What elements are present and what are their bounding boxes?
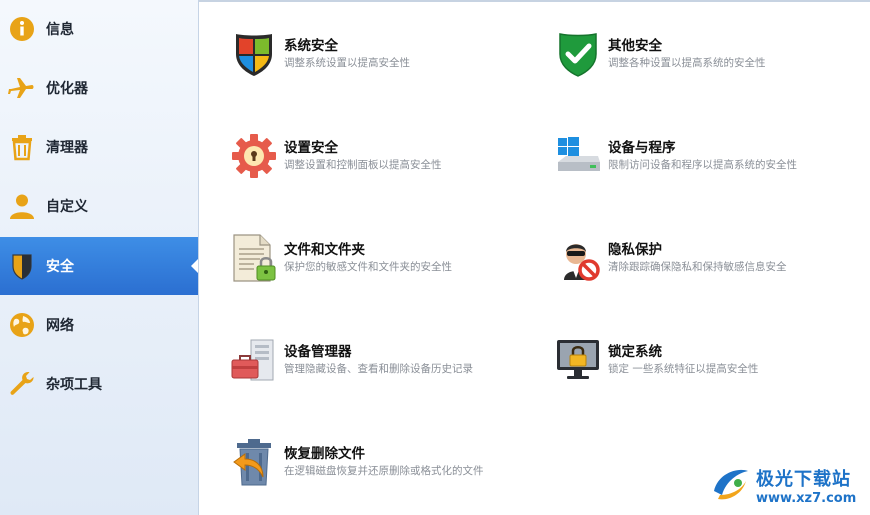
tile-title: 文件和文件夹	[284, 242, 365, 258]
sidebar-item-label: 清理器	[46, 140, 88, 156]
info-icon	[6, 13, 38, 45]
watermark-url: www.xz7.com	[756, 490, 857, 506]
sidebar-item-security[interactable]: 安全	[0, 237, 198, 295]
sidebar-item-customize[interactable]: 自定义	[0, 177, 198, 235]
airplane-icon	[6, 72, 38, 104]
tile-description: 清除跟踪确保隐私和保持敏感信息安全	[608, 261, 787, 273]
sidebar-item-label: 杂项工具	[46, 377, 102, 393]
document-lock-icon	[228, 232, 280, 284]
sidebar-item-cleaner[interactable]: 清理器	[0, 118, 198, 176]
sidebar: 信息 优化器 清理器 自定义 安全 网络 杂项工具	[0, 0, 199, 515]
monitor-lock-icon	[552, 334, 604, 386]
tile-description: 保护您的敏感文件和文件夹的安全性	[284, 261, 452, 273]
green-check-shield-icon	[552, 28, 604, 80]
user-icon	[6, 190, 38, 222]
tile-recover-deleted-files[interactable]: 恢复删除文件 在逻辑磁盘恢复并还原删除或格式化的文件	[228, 432, 484, 492]
tile-description: 锁定 一些系统特征以提高安全性	[608, 363, 759, 375]
sidebar-item-label: 自定义	[46, 199, 88, 215]
watermark-name: 极光下载站	[756, 468, 851, 490]
sidebar-item-label: 安全	[46, 259, 74, 275]
sidebar-item-misc-tools[interactable]: 杂项工具	[0, 355, 198, 413]
globe-icon	[6, 309, 38, 341]
tile-devices-programs[interactable]: 设备与程序 限制访问设备和程序以提高系统的安全性	[552, 126, 797, 186]
tile-system-security[interactable]: 系统安全 调整系统设置以提高安全性	[228, 24, 410, 84]
sidebar-item-optimizer[interactable]: 优化器	[0, 59, 198, 117]
active-pointer	[191, 259, 198, 273]
trash-restore-icon	[228, 436, 280, 488]
toolbox-server-icon	[228, 334, 280, 386]
tile-title: 设置安全	[284, 140, 338, 156]
tile-title: 设备与程序	[608, 140, 676, 156]
drive-windows-icon	[552, 130, 604, 182]
tile-device-manager[interactable]: 设备管理器 管理隐藏设备、查看和删除设备历史记录	[228, 330, 473, 390]
tile-description: 调整系统设置以提高安全性	[284, 57, 410, 69]
sidebar-item-label: 优化器	[46, 81, 88, 97]
tile-title: 设备管理器	[284, 344, 352, 360]
windows-shield-icon	[228, 28, 280, 80]
sidebar-item-network[interactable]: 网络	[0, 296, 198, 354]
tile-title: 其他安全	[608, 38, 662, 54]
watermark-logo-icon	[708, 461, 752, 509]
shield-icon	[6, 250, 38, 282]
tile-other-security[interactable]: 其他安全 调整各种设置以提高系统的安全性	[552, 24, 766, 84]
tile-description: 管理隐藏设备、查看和删除设备历史记录	[284, 363, 473, 375]
sidebar-item-label: 网络	[46, 318, 74, 334]
tile-description: 在逻辑磁盘恢复并还原删除或格式化的文件	[284, 465, 484, 477]
tile-description: 限制访问设备和程序以提高系统的安全性	[608, 159, 797, 171]
tile-title: 锁定系统	[608, 344, 662, 360]
tile-title: 恢复删除文件	[284, 446, 365, 462]
tile-settings-security[interactable]: 设置安全 调整设置和控制面板以提高安全性	[228, 126, 442, 186]
trash-icon	[6, 131, 38, 163]
tile-description: 调整设置和控制面板以提高安全性	[284, 159, 442, 171]
gear-lock-icon	[228, 130, 280, 182]
tile-privacy-protection[interactable]: 隐私保护 清除跟踪确保隐私和保持敏感信息安全	[552, 228, 787, 288]
tile-lock-system[interactable]: 锁定系统 锁定 一些系统特征以提高安全性	[552, 330, 758, 390]
sidebar-item-label: 信息	[46, 22, 74, 38]
wrench-icon	[6, 368, 38, 400]
sidebar-item-info[interactable]: 信息	[0, 0, 198, 58]
spy-privacy-icon	[552, 232, 604, 284]
tile-description: 调整各种设置以提高系统的安全性	[608, 57, 766, 69]
tile-title: 系统安全	[284, 38, 338, 54]
tile-title: 隐私保护	[608, 242, 662, 258]
watermark: 极光下载站 www.xz7.com	[708, 458, 868, 512]
tile-files-folders[interactable]: 文件和文件夹 保护您的敏感文件和文件夹的安全性	[228, 228, 452, 288]
